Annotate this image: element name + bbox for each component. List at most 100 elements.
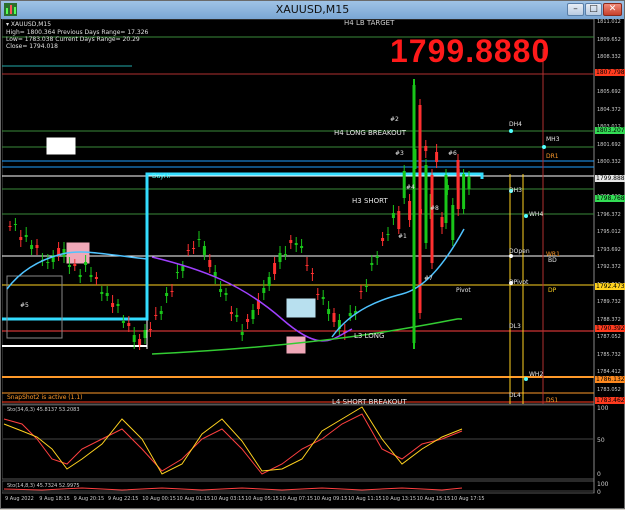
- title-bar[interactable]: XAUUSD,M15 – □ ✕: [1, 1, 624, 19]
- candle-body: [391, 213, 395, 218]
- price-axis-label: 1792.372: [597, 264, 621, 270]
- price-tag: 1790.392: [595, 325, 625, 332]
- candle-body: [229, 312, 233, 314]
- time-axis-label: 10 Aug 11:15: [348, 496, 382, 502]
- candle-body: [316, 294, 320, 295]
- candle-body: [202, 246, 206, 255]
- candle-body: [444, 175, 448, 223]
- candle-body: [116, 304, 120, 306]
- candle-body: [197, 239, 201, 240]
- trade-marker-label: #1: [398, 233, 407, 240]
- demand-zone-box: [286, 298, 316, 318]
- chart-canvas[interactable]: [2, 19, 625, 510]
- dp-label: DP: [548, 287, 557, 294]
- candle-body: [240, 332, 244, 335]
- candle-body: [30, 245, 34, 249]
- candle-body: [251, 310, 255, 319]
- candle-body: [219, 289, 223, 292]
- price-axis-label: 1811.012: [597, 19, 621, 25]
- wh2-label: WH2: [529, 371, 544, 378]
- price-axis-label: 1789.732: [597, 299, 621, 305]
- time-axis-label: 10 Aug 13:15: [382, 496, 417, 502]
- candle-body: [132, 335, 136, 342]
- candle-body: [289, 240, 293, 243]
- candle-body: [424, 146, 428, 151]
- trade-marker-label: #5: [20, 302, 29, 309]
- wh4-dot: [524, 214, 528, 218]
- candle-body: [208, 260, 212, 267]
- candle-body: [175, 272, 179, 273]
- candle-body: [294, 243, 298, 245]
- wh2-dot: [524, 377, 528, 381]
- candle-body: [35, 245, 39, 248]
- candle-body: [262, 288, 266, 293]
- candle-body: [440, 217, 444, 227]
- candle-body: [397, 211, 401, 229]
- price-axis-label: 1808.332: [597, 54, 621, 60]
- candle-body: [300, 246, 304, 248]
- candle-body: [332, 313, 336, 322]
- time-axis-label: 9 Aug 20:15: [73, 496, 105, 502]
- dpivot-label: DPivot: [509, 279, 529, 286]
- price-axis-label: 1788.372: [597, 316, 621, 323]
- candle-body: [359, 291, 363, 292]
- price-axis-label: 1809.652: [597, 36, 621, 43]
- wh4-label: WH4: [529, 211, 544, 218]
- l4-breakout-label: L4 SHORT BREAKOUT: [332, 398, 407, 406]
- candle-body: [321, 297, 325, 299]
- candle-body: [154, 315, 158, 316]
- stoch1-level-50: 50: [597, 437, 605, 444]
- candle-body: [89, 275, 93, 277]
- time-axis-label: 9 Aug 18:15: [39, 496, 70, 502]
- price-tag: 1783.462: [595, 397, 625, 404]
- candle-body: [181, 266, 185, 271]
- snapshot-status-label: SnapShot2 is active (1.1): [7, 394, 83, 401]
- price-tag: 1786.132: [595, 376, 625, 383]
- candle-body: [386, 234, 390, 235]
- price-axis-label: 1795.012: [597, 229, 621, 235]
- stoch1-level-100: 100: [597, 405, 609, 412]
- dl4-label: DL4: [509, 392, 521, 399]
- maximize-button[interactable]: □: [585, 3, 602, 16]
- candle-body: [283, 254, 287, 255]
- price-axis-label: 1804.372: [597, 106, 621, 113]
- candle-body: [278, 253, 282, 262]
- price-tag: 1807.798: [595, 69, 625, 76]
- candle-body: [8, 226, 12, 227]
- close-button[interactable]: ✕: [603, 3, 622, 16]
- candle-body: [370, 263, 374, 265]
- price-axis-label: 1783.052: [597, 386, 621, 393]
- dopen-label: DOpen: [509, 248, 530, 255]
- window-title: XAUUSD,M15: [275, 3, 350, 16]
- h4-breakout-label: H4 LONG BREAKOUT: [334, 129, 406, 137]
- stoch1-level-0: 0: [597, 471, 601, 478]
- trade-marker-label: #6: [448, 150, 457, 157]
- candle-body: [13, 224, 17, 225]
- l3-long-label: L3 LONG: [354, 332, 385, 340]
- candle-body: [305, 265, 309, 266]
- time-axis-label: 10 Aug 17:15: [450, 496, 485, 502]
- minimize-button[interactable]: –: [567, 3, 584, 16]
- symbol-label: ▾ XAUUSD,M15: [6, 21, 52, 28]
- ds1-label: DS1: [546, 397, 559, 404]
- price-axis-label: 1787.052: [597, 334, 621, 340]
- candle-body: [94, 277, 98, 279]
- chart-window: XAUUSD,M15 – □ ✕ ▾ XAUUSD,M15 High= 1800…: [0, 0, 625, 509]
- day-high-label: DayHi: [152, 173, 171, 180]
- candle-body: [127, 323, 131, 326]
- price-axis-label: 1805.692: [597, 89, 621, 95]
- candle-body: [67, 265, 71, 267]
- current-price-display: 1799.8880: [390, 33, 551, 69]
- bd-label: BD: [548, 257, 557, 264]
- stoch1-label: Sto(34,6,3) 45.8137 53.2083: [7, 407, 80, 413]
- info-line-3: Close= 1794.018: [6, 43, 58, 50]
- price-chart[interactable]: ▾ XAUUSD,M15 High= 1800.364 Previous Day…: [2, 19, 625, 510]
- candle-body: [159, 311, 163, 314]
- candle-body: [327, 309, 331, 314]
- pivot-label: Pivot: [456, 287, 471, 294]
- candle-body: [111, 303, 115, 307]
- candle-body: [121, 321, 125, 323]
- trade-marker-label: #2: [390, 116, 399, 123]
- trade-marker-label: #4: [406, 184, 415, 191]
- price-axis-label: 1800.332: [597, 159, 621, 165]
